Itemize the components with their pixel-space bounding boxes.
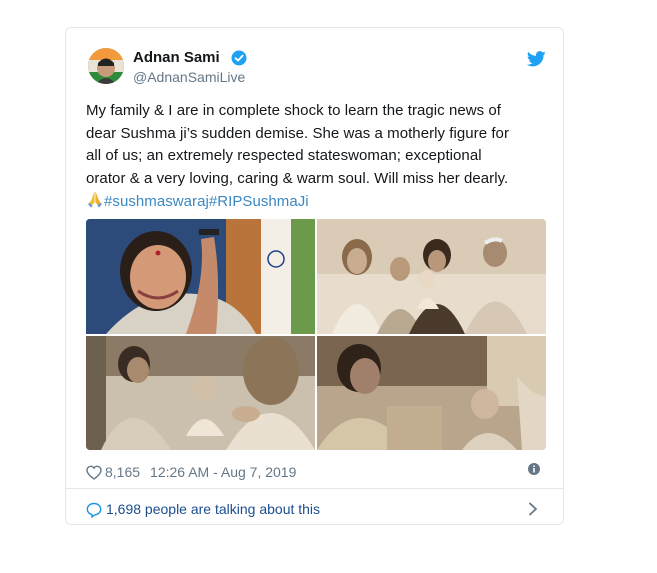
chevron-right-icon[interactable] [528, 502, 538, 516]
tweet-text: My family & I are in complete shock to l… [86, 100, 548, 214]
timestamp[interactable]: 12:26 AM - Aug 7, 2019 [150, 464, 296, 480]
tweet-line: orator & a very loving, caring & warm so… [86, 169, 509, 187]
talking-link[interactable]: 1,698 people are talking about this [86, 499, 320, 519]
hashtag-line: #sushmaswaraj#RIPSushmaJi [86, 190, 548, 214]
author-name[interactable]: Adnan Sami [133, 49, 220, 66]
tweet-line: all of us; an extremely respected states… [86, 147, 482, 165]
photo[interactable] [86, 219, 315, 334]
photo[interactable] [317, 219, 546, 334]
tweet-card: Adnan Sami @AdnanSamiLive My family & I … [65, 27, 564, 525]
hashtag-link[interactable]: #RIPSushmaJi [209, 193, 309, 210]
tweet-line: dear Sushma ji’s sudden demise. She was … [86, 124, 509, 142]
tweet-line: My family & I are in complete shock to l… [86, 102, 501, 119]
avatar[interactable] [88, 48, 124, 84]
speech-bubble-icon [86, 502, 102, 518]
divider [66, 488, 563, 489]
verified-badge-icon [231, 50, 247, 66]
talking-count: 1,698 people are talking about this [106, 501, 321, 517]
folded-hands-icon [88, 191, 102, 208]
photo[interactable] [317, 336, 546, 450]
like-count: 8,165 [105, 464, 141, 480]
info-icon[interactable] [528, 463, 540, 475]
twitter-bird-icon[interactable] [527, 51, 546, 67]
author-handle[interactable]: @AdnanSamiLive [133, 69, 245, 85]
hashtag-link[interactable]: #sushmaswaraj [104, 193, 209, 210]
photo[interactable] [86, 336, 315, 450]
tweet-meta: 8,165 12:26 AM - Aug 7, 2019 [86, 462, 296, 482]
heart-icon[interactable] [86, 465, 102, 480]
photo-grid [86, 219, 546, 450]
